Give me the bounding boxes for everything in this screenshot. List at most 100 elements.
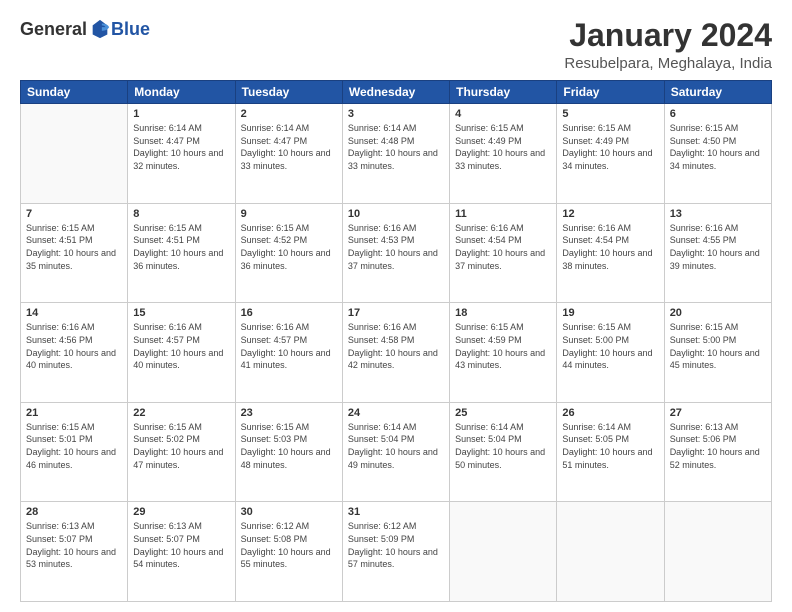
day-number: 10 [348, 208, 444, 220]
day-info: Sunrise: 6:14 AMSunset: 5:04 PMDaylight:… [348, 421, 444, 471]
day-info: Sunrise: 6:12 AMSunset: 5:09 PMDaylight:… [348, 520, 444, 570]
table-row: 19 Sunrise: 6:15 AMSunset: 5:00 PMDayligh… [557, 303, 664, 403]
day-info: Sunrise: 6:16 AMSunset: 4:56 PMDaylight:… [26, 321, 122, 371]
day-info: Sunrise: 6:13 AMSunset: 5:06 PMDaylight:… [670, 421, 766, 471]
day-info: Sunrise: 6:14 AMSunset: 4:47 PMDaylight:… [133, 122, 229, 172]
day-info: Sunrise: 6:15 AMSunset: 4:49 PMDaylight:… [562, 122, 658, 172]
table-row: 20Sunrise: 6:15 AMSunset: 5:00 PMDayligh… [664, 303, 771, 403]
day-info: Sunrise: 6:16 AMSunset: 4:57 PMDaylight:… [241, 321, 337, 371]
day-number: 16 [241, 307, 337, 319]
day-number: 11 [455, 208, 551, 220]
day-number: 19 [562, 307, 658, 319]
logo-blue-text: Blue [111, 19, 150, 40]
table-row: 8 Sunrise: 6:15 AMSunset: 4:51 PMDaylight… [128, 203, 235, 303]
day-number: 9 [241, 208, 337, 220]
day-info: Sunrise: 6:15 AMSunset: 5:03 PMDaylight:… [241, 421, 337, 471]
logo: General Blue [20, 18, 150, 40]
table-row: 2Sunrise: 6:14 AMSunset: 4:47 PMDaylight… [235, 104, 342, 204]
day-number: 22 [133, 407, 229, 419]
day-number: 31 [348, 506, 444, 518]
day-info: Sunrise: 6:15 AMSunset: 4:49 PMDaylight:… [455, 122, 551, 172]
logo-general-text: General [20, 19, 87, 40]
day-info: Sunrise: 6:16 AMSunset: 4:54 PMDaylight:… [562, 222, 658, 272]
day-number: 24 [348, 407, 444, 419]
calendar-week-row: 21Sunrise: 6:15 AMSunset: 5:01 PMDayligh… [21, 402, 772, 502]
table-row: 12 Sunrise: 6:16 AMSunset: 4:54 PMDayligh… [557, 203, 664, 303]
calendar-table: Sunday Monday Tuesday Wednesday Thursday… [20, 80, 772, 602]
header: General Blue January 2024 Resubelpara, M… [20, 18, 772, 72]
table-row: 14 Sunrise: 6:16 AMSunset: 4:56 PMDayligh… [21, 303, 128, 403]
table-row: 28 Sunrise: 6:13 AMSunset: 5:07 PMDayligh… [21, 502, 128, 602]
day-info: Sunrise: 6:16 AMSunset: 4:53 PMDaylight:… [348, 222, 444, 272]
table-row: 24 Sunrise: 6:14 AMSunset: 5:04 PMDayligh… [342, 402, 449, 502]
day-number: 15 [133, 307, 229, 319]
table-row: 26 Sunrise: 6:14 AMSunset: 5:05 PMDayligh… [557, 402, 664, 502]
day-number: 30 [241, 506, 337, 518]
day-info: Sunrise: 6:15 AMSunset: 4:51 PMDaylight:… [26, 222, 122, 272]
col-friday: Friday [557, 81, 664, 104]
table-row: 16 Sunrise: 6:16 AMSunset: 4:57 PMDayligh… [235, 303, 342, 403]
day-number: 7 [26, 208, 122, 220]
logo-icon [89, 18, 111, 40]
table-row: 23 Sunrise: 6:15 AMSunset: 5:03 PMDayligh… [235, 402, 342, 502]
day-number: 12 [562, 208, 658, 220]
day-info: Sunrise: 6:16 AMSunset: 4:55 PMDaylight:… [670, 222, 766, 272]
table-row: 30Sunrise: 6:12 AMSunset: 5:08 PMDayligh… [235, 502, 342, 602]
day-info: Sunrise: 6:16 AMSunset: 4:57 PMDaylight:… [133, 321, 229, 371]
day-number: 4 [455, 108, 551, 120]
table-row: 21Sunrise: 6:15 AMSunset: 5:01 PMDayligh… [21, 402, 128, 502]
day-info: Sunrise: 6:13 AMSunset: 5:07 PMDaylight:… [133, 520, 229, 570]
calendar-week-row: 1 Sunrise: 6:14 AMSunset: 4:47 PMDaylight… [21, 104, 772, 204]
table-row: 15 Sunrise: 6:16 AMSunset: 4:57 PMDayligh… [128, 303, 235, 403]
table-row: 11Sunrise: 6:16 AMSunset: 4:54 PMDayligh… [450, 203, 557, 303]
table-row: 18 Sunrise: 6:15 AMSunset: 4:59 PMDayligh… [450, 303, 557, 403]
day-info: Sunrise: 6:14 AMSunset: 5:05 PMDaylight:… [562, 421, 658, 471]
title-section: January 2024 Resubelpara, Meghalaya, Ind… [564, 18, 772, 72]
table-row: 13 Sunrise: 6:16 AMSunset: 4:55 PMDayligh… [664, 203, 771, 303]
calendar-week-row: 7 Sunrise: 6:15 AMSunset: 4:51 PMDaylight… [21, 203, 772, 303]
day-number: 5 [562, 108, 658, 120]
day-number: 26 [562, 407, 658, 419]
col-wednesday: Wednesday [342, 81, 449, 104]
day-info: Sunrise: 6:15 AMSunset: 4:52 PMDaylight:… [241, 222, 337, 272]
table-row [557, 502, 664, 602]
table-row: 6Sunrise: 6:15 AMSunset: 4:50 PMDaylight… [664, 104, 771, 204]
calendar-week-row: 14 Sunrise: 6:16 AMSunset: 4:56 PMDayligh… [21, 303, 772, 403]
col-saturday: Saturday [664, 81, 771, 104]
calendar-header-row: Sunday Monday Tuesday Wednesday Thursday… [21, 81, 772, 104]
day-number: 20 [670, 307, 766, 319]
day-number: 14 [26, 307, 122, 319]
page: General Blue January 2024 Resubelpara, M… [0, 0, 792, 612]
table-row: 25 Sunrise: 6:14 AMSunset: 5:04 PMDayligh… [450, 402, 557, 502]
day-info: Sunrise: 6:15 AMSunset: 4:59 PMDaylight:… [455, 321, 551, 371]
day-number: 27 [670, 407, 766, 419]
day-number: 23 [241, 407, 337, 419]
day-number: 3 [348, 108, 444, 120]
day-number: 17 [348, 307, 444, 319]
day-number: 18 [455, 307, 551, 319]
table-row: 29 Sunrise: 6:13 AMSunset: 5:07 PMDayligh… [128, 502, 235, 602]
day-number: 8 [133, 208, 229, 220]
day-number: 25 [455, 407, 551, 419]
day-info: Sunrise: 6:15 AMSunset: 5:00 PMDaylight:… [562, 321, 658, 371]
day-info: Sunrise: 6:14 AMSunset: 5:04 PMDaylight:… [455, 421, 551, 471]
table-row: 4 Sunrise: 6:15 AMSunset: 4:49 PMDaylight… [450, 104, 557, 204]
day-number: 1 [133, 108, 229, 120]
day-number: 28 [26, 506, 122, 518]
table-row: 31 Sunrise: 6:12 AMSunset: 5:09 PMDayligh… [342, 502, 449, 602]
day-number: 13 [670, 208, 766, 220]
day-number: 29 [133, 506, 229, 518]
table-row: 1 Sunrise: 6:14 AMSunset: 4:47 PMDaylight… [128, 104, 235, 204]
table-row: 27 Sunrise: 6:13 AMSunset: 5:06 PMDayligh… [664, 402, 771, 502]
month-title: January 2024 [564, 18, 772, 53]
col-tuesday: Tuesday [235, 81, 342, 104]
table-row: 17Sunrise: 6:16 AMSunset: 4:58 PMDayligh… [342, 303, 449, 403]
calendar-week-row: 28 Sunrise: 6:13 AMSunset: 5:07 PMDayligh… [21, 502, 772, 602]
day-info: Sunrise: 6:15 AMSunset: 4:51 PMDaylight:… [133, 222, 229, 272]
day-info: Sunrise: 6:14 AMSunset: 4:48 PMDaylight:… [348, 122, 444, 172]
day-info: Sunrise: 6:13 AMSunset: 5:07 PMDaylight:… [26, 520, 122, 570]
table-row: 22Sunrise: 6:15 AMSunset: 5:02 PMDayligh… [128, 402, 235, 502]
col-thursday: Thursday [450, 81, 557, 104]
day-number: 21 [26, 407, 122, 419]
table-row: 10 Sunrise: 6:16 AMSunset: 4:53 PMDayligh… [342, 203, 449, 303]
